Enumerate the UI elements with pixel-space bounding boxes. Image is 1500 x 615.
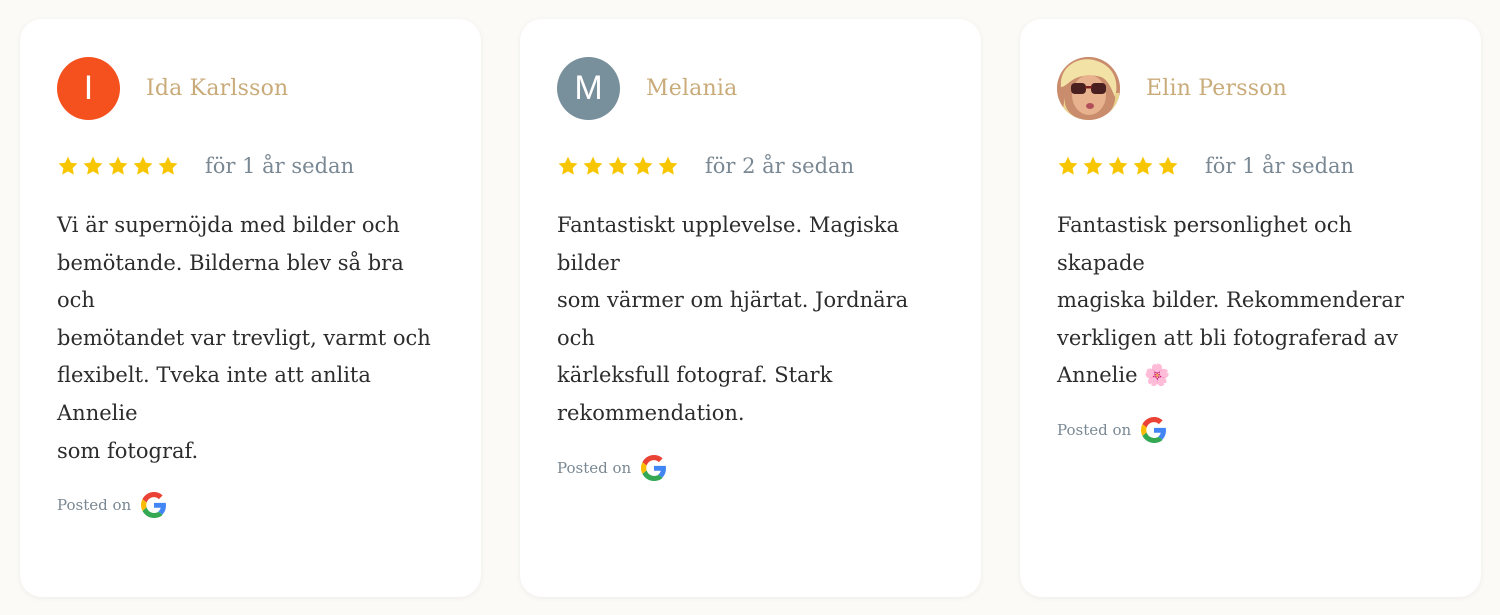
review-text: Fantastisk personlighet och skapade magi… bbox=[1057, 213, 1404, 388]
rating-row: för 2 år sedan bbox=[557, 151, 944, 181]
google-g-icon[interactable] bbox=[1141, 416, 1167, 443]
star-icon bbox=[1058, 156, 1078, 175]
posted-on: Posted on bbox=[1057, 416, 1444, 443]
avatar[interactable] bbox=[1057, 56, 1120, 120]
google-g-icon[interactable] bbox=[141, 492, 167, 519]
avatar-initial: I bbox=[83, 68, 94, 107]
posted-on: Posted on bbox=[557, 454, 944, 481]
review-card: I Ida Karlsson för 1 år sedan Vi är supe… bbox=[20, 19, 481, 597]
review-header: M Melania bbox=[557, 56, 944, 120]
star-rating bbox=[557, 155, 679, 177]
star-icon bbox=[158, 156, 178, 175]
star-rating bbox=[57, 155, 179, 177]
rating-row: för 1 år sedan bbox=[57, 151, 444, 181]
review-card: M Melania för 2 år sedan Fantastiskt upp… bbox=[520, 19, 981, 597]
star-icon bbox=[133, 156, 153, 175]
review-text: Fantastiskt upplevelse. Magiska bilder s… bbox=[557, 213, 909, 425]
review-time: för 1 år sedan bbox=[205, 154, 355, 178]
avatar[interactable]: M bbox=[557, 56, 620, 120]
avatar-initial: M bbox=[574, 68, 603, 107]
review-header: I Ida Karlsson bbox=[57, 56, 444, 120]
review-card: Elin Persson för 1 år sedan Fantastisk p… bbox=[1020, 19, 1481, 597]
reviewer-name[interactable]: Melania bbox=[646, 76, 737, 101]
avatar[interactable]: I bbox=[57, 56, 120, 120]
star-icon bbox=[1108, 156, 1128, 175]
rating-row: för 1 år sedan bbox=[1057, 151, 1444, 181]
posted-on: Posted on bbox=[57, 492, 444, 519]
posted-on-label: Posted on bbox=[57, 496, 132, 515]
star-icon bbox=[558, 156, 578, 175]
reviewer-name[interactable]: Ida Karlsson bbox=[146, 76, 288, 101]
star-icon bbox=[58, 156, 78, 175]
review-text: Vi är supernöjda med bilder och bemötand… bbox=[57, 213, 431, 463]
star-icon bbox=[633, 156, 653, 175]
reviews-list: I Ida Karlsson för 1 år sedan Vi är supe… bbox=[20, 19, 1481, 597]
star-icon bbox=[108, 156, 128, 175]
profile-photo-icon bbox=[1057, 56, 1120, 120]
star-rating bbox=[1057, 155, 1179, 177]
review-time: för 2 år sedan bbox=[705, 154, 855, 178]
star-icon bbox=[583, 156, 603, 175]
posted-on-label: Posted on bbox=[1057, 420, 1132, 439]
star-icon bbox=[608, 156, 628, 175]
reviewer-name[interactable]: Elin Persson bbox=[1146, 76, 1287, 101]
star-icon bbox=[658, 156, 678, 175]
star-icon bbox=[83, 156, 103, 175]
star-icon bbox=[1083, 156, 1103, 175]
star-icon bbox=[1133, 156, 1153, 175]
review-time: för 1 år sedan bbox=[1205, 154, 1355, 178]
google-g-icon[interactable] bbox=[641, 454, 667, 481]
star-icon bbox=[1158, 156, 1178, 175]
posted-on-label: Posted on bbox=[557, 458, 632, 477]
review-header: Elin Persson bbox=[1057, 56, 1444, 120]
